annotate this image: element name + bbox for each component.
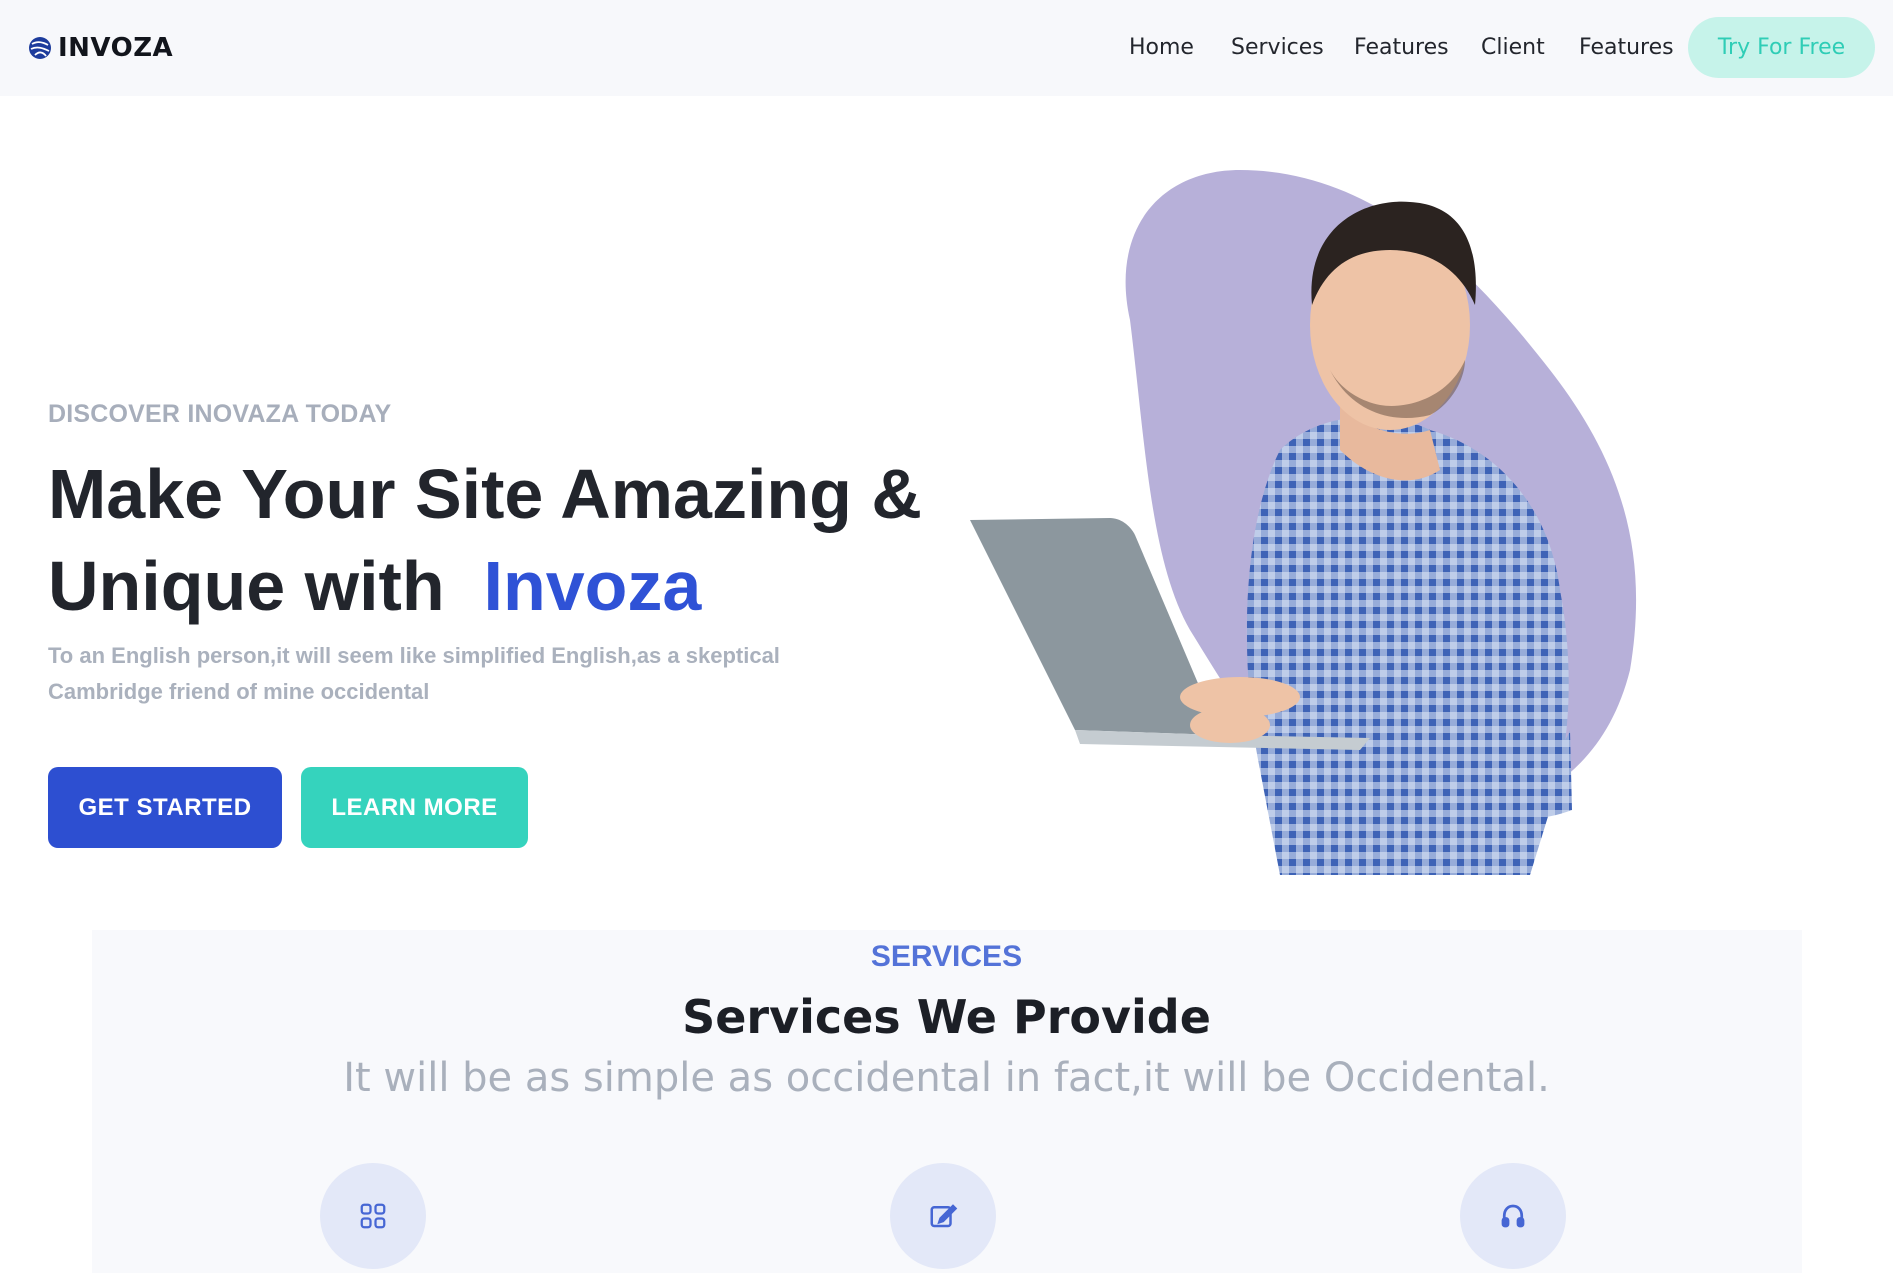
navbar: INVOZA Home Services Features Client Fea… — [0, 0, 1893, 96]
service-grid-circle[interactable] — [320, 1163, 426, 1269]
hero-subtitle: To an English person,it will seem like s… — [48, 643, 780, 704]
nav-features[interactable]: Features — [1354, 28, 1449, 68]
nav-client[interactable]: Client — [1481, 28, 1545, 68]
grid-icon — [360, 1203, 386, 1229]
person-hand-keyboard — [1180, 677, 1300, 717]
services-subtitle: It will be as simple as occidental in fa… — [343, 1055, 1550, 1101]
services-eyebrow: SERVICES — [870, 940, 1023, 973]
headphones-icon — [1501, 1204, 1525, 1228]
nav-features-2[interactable]: Features — [1579, 28, 1674, 68]
globe-icon — [29, 37, 51, 59]
hero-title-line2: Unique with — [48, 547, 445, 625]
hero-illustration — [970, 170, 1637, 875]
services-title: Services We Provide — [682, 990, 1211, 1044]
service-support-circle[interactable] — [1460, 1163, 1566, 1269]
try-for-free-button[interactable]: Try For Free — [1688, 17, 1875, 78]
brand-name: INVOZA — [58, 33, 174, 63]
learn-more-button[interactable]: LEARN MORE — [301, 767, 528, 848]
nav-home[interactable]: Home — [1129, 28, 1194, 68]
hero-eyebrow: DISCOVER INOVAZA TODAY — [48, 400, 392, 428]
hero-title-accent: Invoza — [483, 547, 702, 625]
edit-icon — [930, 1204, 958, 1228]
nav-services[interactable]: Services — [1231, 28, 1324, 68]
hero-title-line1: Make Your Site Amazing & — [48, 455, 922, 533]
get-started-button[interactable]: GET STARTED — [48, 767, 282, 848]
service-edit-circle[interactable] — [890, 1163, 996, 1269]
brand-logo[interactable]: INVOZA — [28, 33, 173, 63]
hero-title: Make Your Site Amazing & Unique with Inv… — [48, 448, 948, 632]
